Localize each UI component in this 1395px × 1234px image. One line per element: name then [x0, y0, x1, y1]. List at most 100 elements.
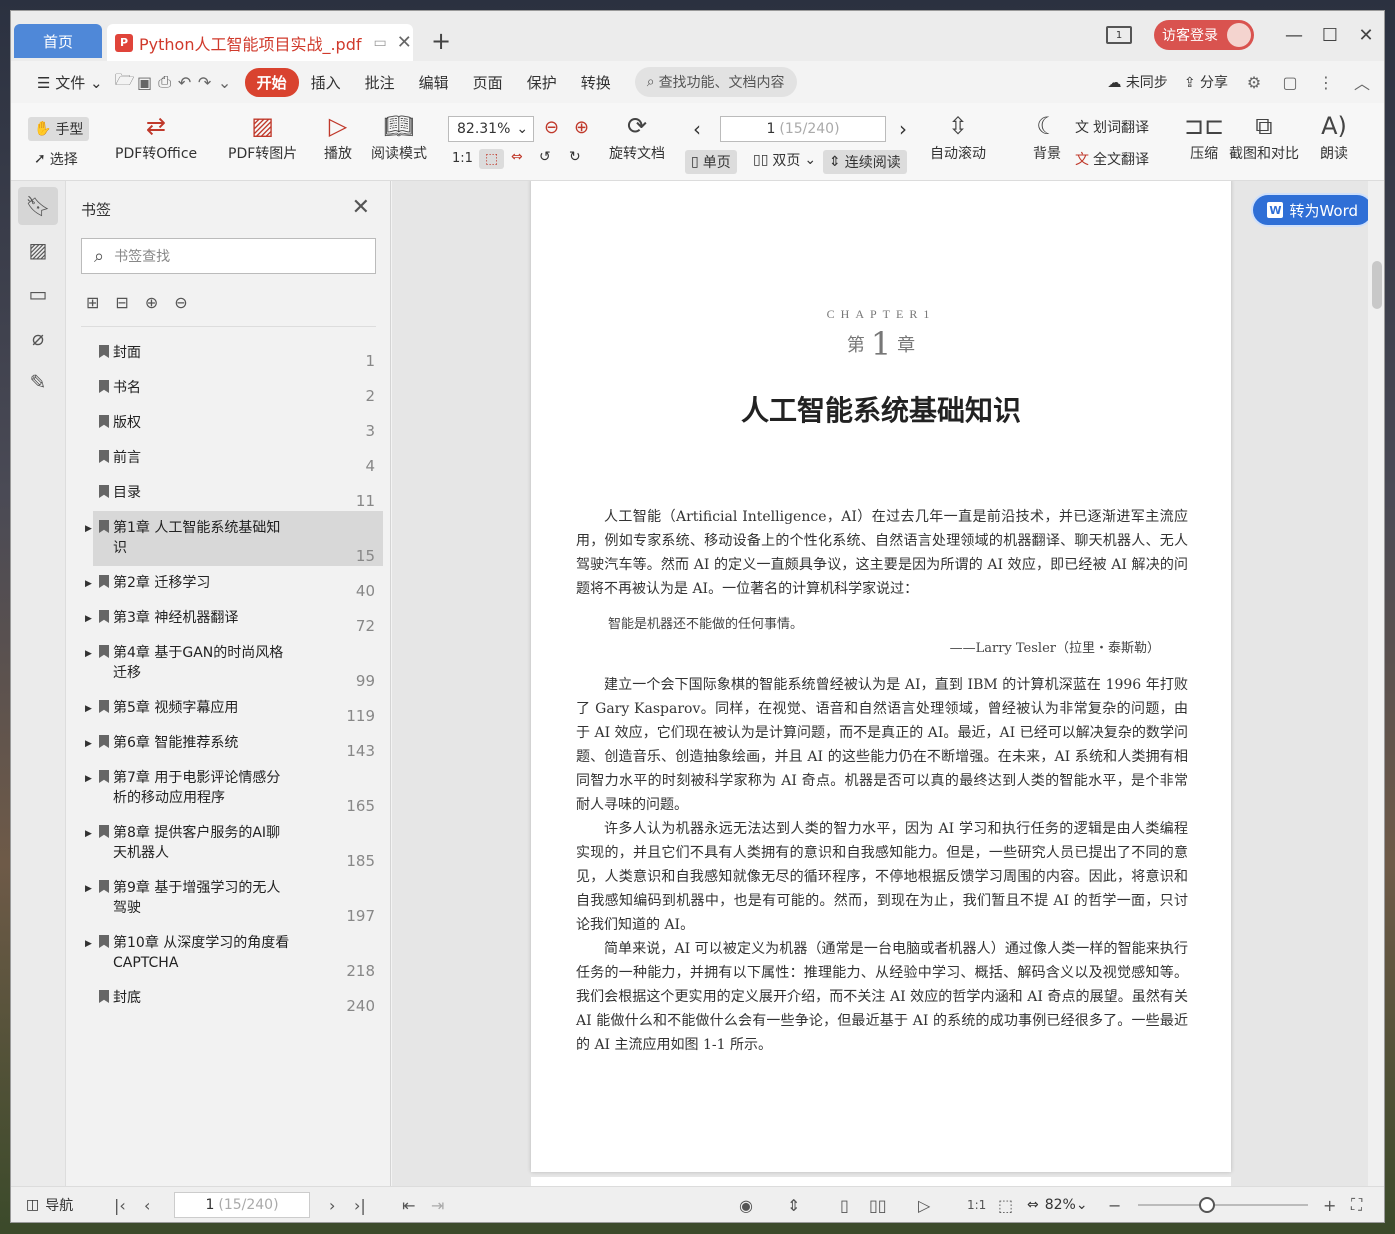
scrollbar-thumb[interactable] [1372, 261, 1382, 309]
compress-button[interactable]: ⊐⊏ 压缩 [1184, 109, 1224, 163]
expand-caret-icon[interactable]: ▶ [85, 609, 92, 629]
fit-page-icon[interactable]: ⬚ [479, 149, 505, 169]
comment-icon[interactable]: ▢ [1280, 72, 1300, 92]
prev-page-icon[interactable]: ‹ [144, 1187, 150, 1222]
file-menu[interactable]: ☰ 文件 ⌄ [25, 72, 115, 93]
expand-all-icon[interactable]: ⊞ [86, 293, 99, 312]
expand-caret-icon[interactable]: ▶ [85, 734, 92, 754]
double-page-view-icon[interactable]: ▯▯ [869, 1187, 887, 1222]
zoom-slider-thumb[interactable] [1199, 1197, 1215, 1213]
close-window-button[interactable]: ✕ [1348, 25, 1384, 46]
thumbnail-icon[interactable]: ▨ [18, 231, 58, 269]
select-tool-button[interactable]: ➚ 选择 [34, 149, 78, 169]
customize-toolbar-icon[interactable]: ⌄ [215, 72, 235, 92]
actual-size-icon[interactable]: 1:1 [967, 1187, 986, 1222]
bookmark-item[interactable]: 目录 11 [81, 476, 383, 511]
bookmark-item[interactable]: ▶ 第3章 神经机器翻译 72 [81, 601, 383, 636]
bookmark-search-input[interactable]: ⌕ 书签查找 [81, 238, 376, 274]
expand-caret-icon[interactable]: ▶ [85, 824, 92, 844]
bookmark-item[interactable]: ▶ 第4章 基于GAN的时尚风格迁移 99 [81, 636, 383, 691]
tab-protect[interactable]: 保护 [515, 72, 569, 93]
play-icon[interactable]: ▷ [918, 1187, 930, 1222]
status-page-input[interactable]: 1 (15/240) [174, 1192, 310, 1218]
bookmark-item[interactable]: 版权 3 [81, 406, 383, 441]
page-number-input[interactable]: 1 (15/240) [720, 116, 886, 142]
vertical-scrollbar[interactable] [1368, 181, 1384, 1188]
zoom-out-icon[interactable]: − [1108, 1187, 1121, 1222]
bookmark-item[interactable]: 书名 2 [81, 371, 383, 406]
comment-panel-icon[interactable]: ▭ [18, 275, 58, 313]
screenshot-compare-button[interactable]: ⧉ 截图和对比 [1229, 109, 1299, 163]
prev-page-icon[interactable]: ‹ [693, 117, 701, 141]
attachment-icon[interactable]: ⌀ [18, 319, 58, 357]
undo-icon[interactable]: ↶ [175, 72, 195, 92]
tab-page[interactable]: 页面 [461, 72, 515, 93]
word-translate-button[interactable]: 文划词翻译 [1075, 117, 1149, 137]
guest-login-button[interactable]: 访客登录 [1154, 20, 1254, 50]
actual-size-icon[interactable]: 1:1 [452, 151, 473, 166]
continuous-view-icon[interactable]: ⇕ [787, 1187, 800, 1222]
pdf-to-image-button[interactable]: ▨ PDF转图片 [228, 109, 297, 163]
delete-bookmark-icon[interactable]: ⊖ [174, 293, 187, 312]
window-count-icon[interactable]: 1 [1106, 26, 1132, 44]
home-tab[interactable]: 首页 [14, 24, 102, 58]
pdf-to-office-button[interactable]: ⇄ PDF转Office [115, 109, 197, 163]
bookmark-item[interactable]: ▶ 第9章 基于增强学习的无人驾驶 197 [81, 871, 383, 926]
bookmark-item[interactable]: 封底 240 [81, 981, 383, 1016]
collapse-ribbon-icon[interactable]: ︿ [1352, 72, 1372, 93]
navigation-toggle[interactable]: ◫ 导航 [26, 1187, 73, 1222]
convert-to-word-button[interactable]: W 转为Word [1251, 193, 1374, 227]
bookmark-item[interactable]: ▶ 第7章 用于电影评论情感分析的移动应用程序 165 [81, 761, 383, 816]
expand-caret-icon[interactable]: ▶ [85, 574, 92, 594]
bookmark-item[interactable]: ▶ 第2章 迁移学习 40 [81, 566, 383, 601]
zoom-select[interactable]: 82.31% ⌄ [448, 116, 534, 142]
double-page-button[interactable]: ▯▯ 双页 ⌄ [753, 150, 816, 170]
redo-icon[interactable]: ↷ [195, 72, 215, 92]
collapse-all-icon[interactable]: ⊟ [115, 293, 128, 312]
pin-window-icon[interactable]: ▭ [374, 35, 387, 51]
forward-icon[interactable]: ⇥ [431, 1187, 444, 1222]
print-icon[interactable]: ⎙ [155, 72, 175, 92]
fit-page-icon[interactable]: ⬚ [998, 1187, 1013, 1222]
bookmark-item[interactable]: ▶ 第10章 从深度学习的角度看CAPTCHA 218 [81, 926, 383, 981]
new-tab-button[interactable]: + [431, 27, 451, 55]
zoom-in-icon[interactable]: ⊕ [574, 117, 589, 138]
tab-edit[interactable]: 编辑 [407, 72, 461, 93]
next-page-icon[interactable]: › [899, 117, 907, 141]
next-page-icon[interactable]: › [329, 1187, 335, 1222]
sync-status[interactable]: ☁ 未同步 [1107, 72, 1167, 92]
tab-start[interactable]: 开始 [244, 67, 299, 97]
share-button[interactable]: ⇪ 分享 [1184, 72, 1228, 92]
bookmark-icon[interactable]: 🔖︎ [18, 187, 58, 225]
play-button[interactable]: ▷ 播放 [324, 109, 352, 163]
feature-search[interactable]: ⌕ 查找功能、文档内容 [634, 67, 797, 97]
rotate-document-button[interactable]: ⟳ 旋转文档 [609, 109, 665, 163]
add-bookmark-icon[interactable]: ⊕ [145, 293, 158, 312]
read-aloud-button[interactable]: A) 朗读 [1320, 109, 1348, 163]
document-tab[interactable]: P Python人工智能项目实战_.pdf ▭ ✕ [107, 24, 413, 61]
expand-caret-icon[interactable]: ▶ [85, 934, 92, 954]
minimize-button[interactable]: — [1276, 25, 1312, 46]
save-icon[interactable]: ▣ [135, 72, 155, 92]
first-page-icon[interactable]: |‹ [114, 1187, 126, 1222]
bookmark-item[interactable]: ▶ 第5章 视频字幕应用 119 [81, 691, 383, 726]
background-button[interactable]: ☾ 背景 [1033, 109, 1061, 163]
signature-icon[interactable]: ✎ [18, 363, 58, 401]
continuous-read-button[interactable]: ⇕ 连续阅读 [823, 150, 907, 174]
zoom-slider[interactable] [1138, 1204, 1308, 1206]
bookmark-item[interactable]: ▶ 第6章 智能推荐系统 143 [81, 726, 383, 761]
single-page-view-icon[interactable]: ▯ [840, 1187, 849, 1222]
bookmark-item[interactable]: 前言 4 [81, 441, 383, 476]
eye-care-icon[interactable]: ◉ [739, 1187, 753, 1222]
fullscreen-icon[interactable]: ⛶ [1351, 1187, 1362, 1222]
expand-caret-icon[interactable]: ▶ [85, 699, 92, 719]
document-viewport[interactable]: CHAPTER1 第1章 人工智能系统基础知识 人工智能（Artificial … [392, 181, 1384, 1188]
fit-width-icon[interactable]: ⇔ [511, 149, 523, 165]
zoom-in-icon[interactable]: + [1323, 1187, 1336, 1222]
full-translate-button[interactable]: 文全文翻译 [1075, 149, 1149, 169]
back-icon[interactable]: ⇤ [402, 1187, 415, 1222]
tab-convert[interactable]: 转换 [569, 72, 623, 93]
bookmark-item[interactable]: ▶ 第8章 提供客户服务的AI聊天机器人 185 [81, 816, 383, 871]
status-zoom-select[interactable]: ⇔ 82% ⌄ [1027, 1187, 1088, 1222]
tab-annotate[interactable]: 批注 [353, 72, 407, 93]
